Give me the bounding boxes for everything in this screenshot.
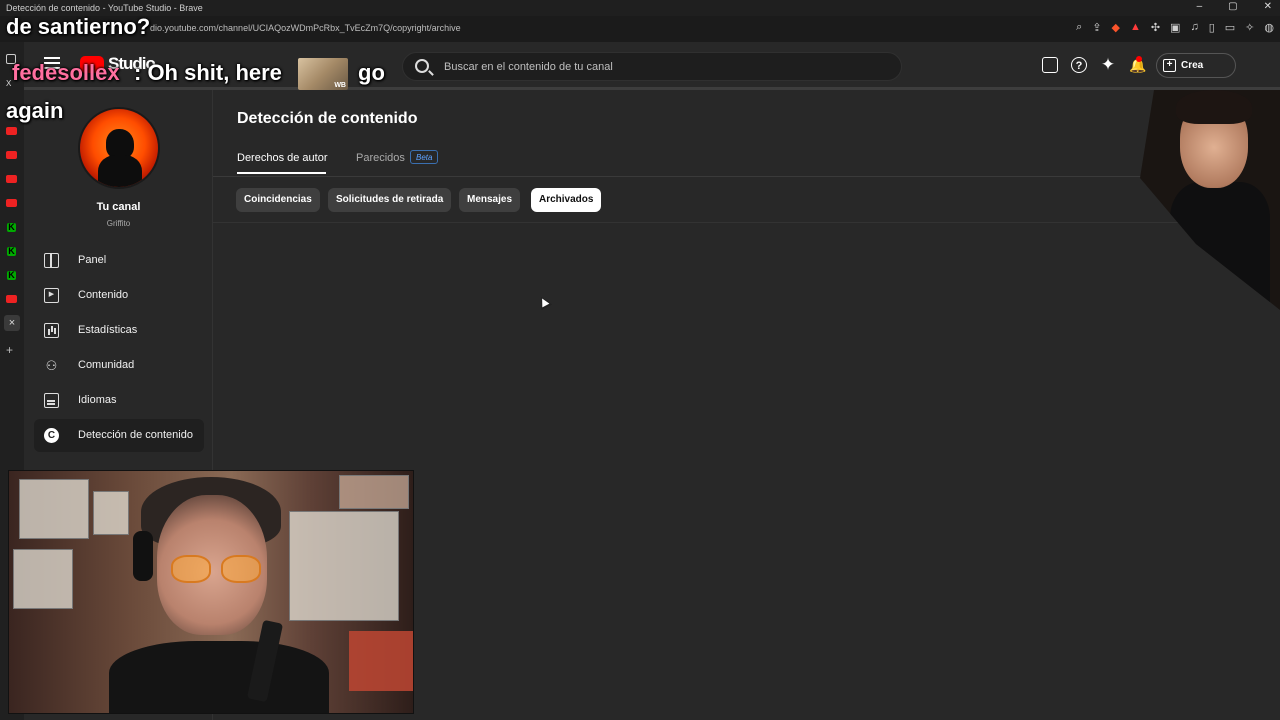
avatar-silhouette-body <box>98 155 142 187</box>
glasses-icon <box>171 555 263 585</box>
community-icon: ⚇ <box>45 358 58 373</box>
content-icon: ▶ <box>44 288 59 303</box>
create-plus-icon: + <box>1163 59 1176 72</box>
tab-derechos-de-autor[interactable]: Derechos de autor <box>237 152 328 164</box>
browser-addressbar: dio.youtube.com/channel/UCIAQozWDmPcRbx_… <box>0 16 1280 42</box>
wall-poster <box>13 549 73 609</box>
sidebar-panel-icon[interactable] <box>6 54 16 64</box>
kick-tab-icon[interactable]: K <box>7 271 16 280</box>
brave-shields-icon[interactable]: ◆ <box>1111 21 1119 34</box>
beta-badge: Beta <box>410 150 439 164</box>
headset-icon <box>133 531 153 581</box>
sidebar-item-label: Panel <box>78 254 107 266</box>
chip-archivados[interactable]: Archivados <box>531 188 602 212</box>
sparkle-icon[interactable]: ✦ <box>1100 56 1116 73</box>
wallet-icon[interactable]: ▭ <box>1225 21 1235 34</box>
youtube-tab-icon[interactable] <box>6 151 17 159</box>
extensions-icon[interactable]: ✣ <box>1151 21 1160 34</box>
maximize-button[interactable]: ▢ <box>1228 1 1237 12</box>
channel-avatar[interactable] <box>78 107 160 189</box>
channel-name: Griffito <box>106 219 131 228</box>
browser-titlebar: Detección de contenido - YouTube Studio … <box>0 0 1280 16</box>
youtube-logo-icon[interactable] <box>80 56 104 73</box>
wall-poster <box>93 491 129 535</box>
new-tab-icon[interactable]: + <box>6 343 13 357</box>
sidebar-item-contenido[interactable]: ▶ Contenido <box>34 279 204 312</box>
tabs-divider <box>213 176 1280 177</box>
window-title: Detección de contenido - YouTube Studio … <box>6 3 203 13</box>
studio-logo-text[interactable]: Studio <box>108 54 156 74</box>
vpn-icon[interactable]: ◍ <box>1264 21 1274 34</box>
dashboard-icon <box>44 253 59 268</box>
sidebar-item-idiomas[interactable]: Idiomas <box>34 384 204 417</box>
chip-coincidencias[interactable]: Coincidencias <box>236 188 320 212</box>
sidebar-item-label: Contenido <box>78 289 129 301</box>
create-button-label: Crea <box>1181 60 1204 71</box>
create-button[interactable]: + Crea <box>1156 53 1236 78</box>
active-tab-indicator <box>237 172 326 174</box>
sidebar-item-panel[interactable]: Panel <box>34 244 204 277</box>
sidebar-item-label: Detección de contenido <box>78 429 193 441</box>
streamer-shirt <box>109 641 329 713</box>
brave-rewards-icon[interactable]: ▲ <box>1130 21 1141 34</box>
channel-title: Tu canal <box>96 201 141 213</box>
x-tab-icon[interactable]: X <box>6 79 17 88</box>
wall-poster <box>289 511 399 621</box>
zoom-icon[interactable]: ⌕ <box>1076 21 1082 34</box>
youtube-tab-icon[interactable] <box>6 127 17 135</box>
guest-hair <box>1176 90 1252 124</box>
studio-header: Studio Buscar en el contenido de tu cana… <box>24 42 1280 90</box>
youtube-tab-icon[interactable] <box>6 295 17 303</box>
minimize-button[interactable]: – <box>1197 1 1203 12</box>
window-controls: – ▢ ✕ <box>1197 1 1272 12</box>
copyright-icon: C <box>44 428 59 443</box>
screenshot-icon[interactable]: ▣ <box>1170 21 1180 34</box>
wall-poster <box>19 479 89 539</box>
sidebar-item-label: Comunidad <box>78 359 135 371</box>
sidebar-toggle-icon[interactable]: ▯ <box>1209 21 1215 34</box>
notification-badge <box>1136 56 1142 62</box>
help-icon[interactable]: ? <box>1071 57 1087 73</box>
page-title: Detección de contenido <box>237 110 418 127</box>
youtube-tab-icon[interactable] <box>6 175 17 183</box>
sidebar-item-label: Idiomas <box>78 394 117 406</box>
analytics-icon <box>44 323 59 338</box>
sidebar-item-label: Estadísticas <box>78 324 138 336</box>
chip-solicitudes-de-retirada[interactable]: Solicitudes de retirada <box>328 188 452 212</box>
wall-poster <box>339 475 409 509</box>
chip-mensajes[interactable]: Mensajes <box>459 188 521 212</box>
search-bar[interactable]: Buscar en el contenido de tu canal <box>402 52 902 81</box>
url-field[interactable]: dio.youtube.com/channel/UCIAQozWDmPcRbx_… <box>150 23 461 33</box>
close-tab-icon[interactable]: × <box>4 315 20 331</box>
share-icon[interactable]: ⇪ <box>1092 21 1101 34</box>
leo-icon[interactable]: ✧ <box>1245 21 1254 34</box>
chips-divider <box>213 222 1280 223</box>
tab-parecidos[interactable]: Parecidos <box>356 152 405 164</box>
music-icon[interactable]: ♫ <box>1190 21 1198 34</box>
browser-toolbar-icons: ⌕ ⇪ ◆ ▲ ✣ ▣ ♫ ▯ ▭ ✧ ◍ <box>1076 21 1274 34</box>
screen: Detección de contenido - YouTube Studio … <box>0 0 1280 720</box>
sidebar-item-comunidad[interactable]: ⚇ Comunidad <box>34 349 204 382</box>
search-icon[interactable] <box>415 59 429 73</box>
kick-tab-icon[interactable]: K <box>7 223 16 232</box>
kick-tab-icon[interactable]: K <box>7 247 16 256</box>
search-input[interactable]: Buscar en el contenido de tu canal <box>444 61 613 73</box>
close-window-button[interactable]: ✕ <box>1264 1 1272 12</box>
feedback-icon[interactable] <box>1042 57 1058 73</box>
subtitles-icon <box>44 393 59 408</box>
sidebar-item-deteccion[interactable]: C Detección de contenido <box>34 419 204 452</box>
menu-icon[interactable] <box>44 57 60 69</box>
sidebar-item-estadisticas[interactable]: Estadísticas <box>34 314 204 347</box>
streamer-webcam <box>8 470 414 714</box>
youtube-tab-icon[interactable] <box>6 199 17 207</box>
red-cushion <box>349 631 413 691</box>
